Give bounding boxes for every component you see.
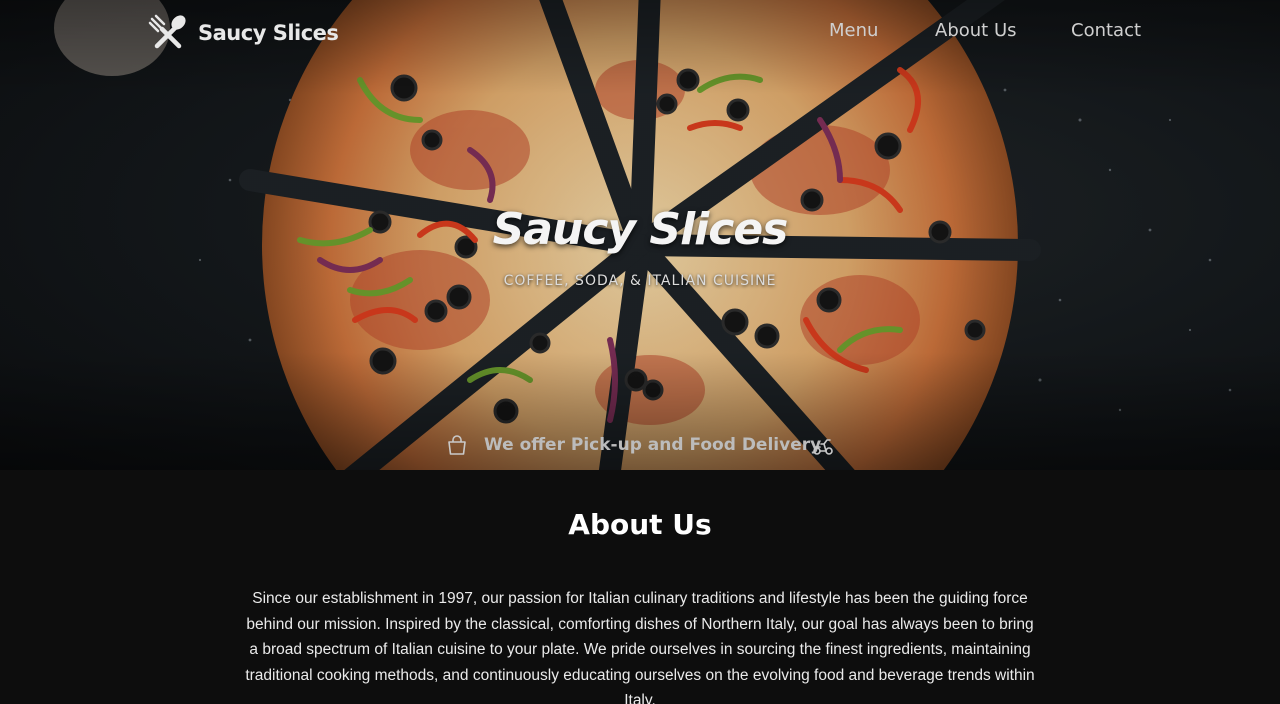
hero-title: Saucy Slices	[492, 204, 789, 255]
about-heading: About Us	[568, 508, 712, 541]
top-navbar: Saucy Slices Menu About Us Contact	[0, 0, 1280, 64]
about-section: About Us Since our establishment in 1997…	[0, 470, 1280, 704]
scooter-icon	[813, 439, 833, 455]
nav-links: Menu About Us Contact	[0, 20, 1280, 46]
nav-about-link[interactable]: About Us	[935, 20, 1017, 41]
about-paragraph: Since our establishment in 1997, our pas…	[245, 590, 1035, 704]
hero-subtitle: COFFEE, SODA, & ITALIAN CUISINE	[503, 273, 777, 289]
delivery-text: We offer Pick-up and Food Delivery	[484, 435, 822, 455]
delivery-banner: We offer Pick-up and Food Delivery	[0, 432, 1280, 460]
nav-contact-link[interactable]: Contact	[1071, 20, 1141, 41]
hero-section: Saucy Slices Menu About Us Contact Saucy…	[0, 0, 1280, 470]
nav-menu-link[interactable]: Menu	[829, 20, 878, 41]
shopping-bag-icon	[448, 435, 466, 455]
